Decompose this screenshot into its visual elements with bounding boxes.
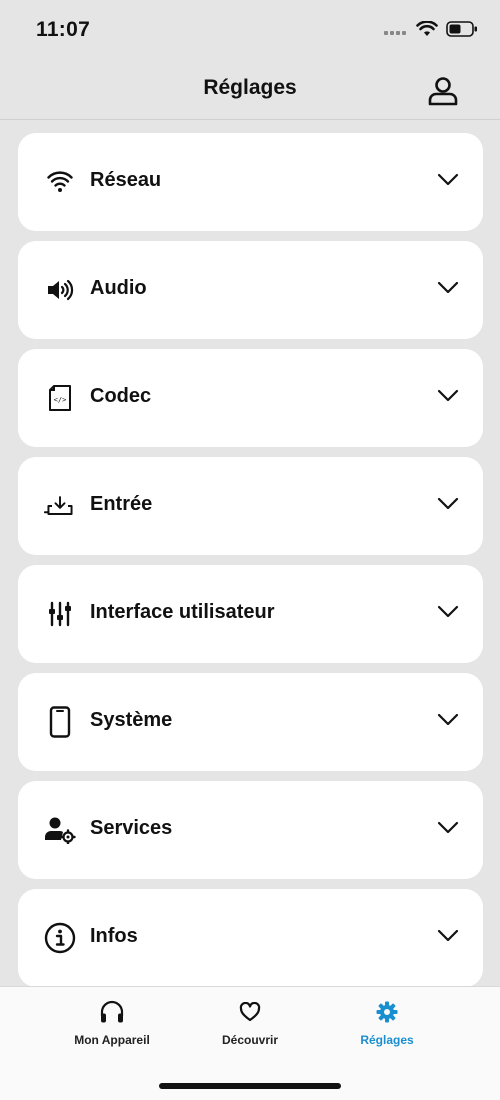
settings-item-label: Interface utilisateur bbox=[90, 601, 275, 623]
tab-label: Découvrir bbox=[221, 1033, 279, 1047]
battery-icon bbox=[446, 20, 478, 42]
settings-item-label: Réseau bbox=[90, 169, 162, 191]
page-title: Réglages bbox=[203, 76, 297, 99]
tab-decouvrir[interactable]: Découvrir bbox=[175, 999, 325, 1047]
heart-icon bbox=[175, 999, 325, 1025]
status-time: 11:07 bbox=[36, 18, 91, 41]
speaker-icon bbox=[44, 274, 76, 306]
sliders-icon bbox=[44, 598, 76, 630]
chevron-down-icon bbox=[437, 281, 459, 294]
wifi-status-icon bbox=[416, 19, 438, 42]
status-bar: 11:07 bbox=[0, 0, 500, 60]
profile-button[interactable] bbox=[426, 74, 460, 108]
chevron-down-icon bbox=[437, 605, 459, 618]
tab-label: Mon Appareil bbox=[74, 1033, 150, 1047]
svg-text:</>: </> bbox=[54, 396, 67, 404]
navigation-bar: Réglages bbox=[0, 60, 500, 120]
tab-bar: Mon Appareil Découvrir Réglages bbox=[0, 986, 500, 1100]
gear-icon bbox=[312, 999, 462, 1025]
signal-icon bbox=[384, 22, 408, 40]
settings-item-infos[interactable]: Infos bbox=[18, 889, 483, 987]
settings-item-interface-utilisateur[interactable]: Interface utilisateur bbox=[18, 565, 483, 663]
settings-item-services[interactable]: Services bbox=[18, 781, 483, 879]
settings-list: Réseau Audio </> Codec Entrée Interface … bbox=[18, 133, 483, 997]
tab-reglages[interactable]: Réglages bbox=[312, 999, 462, 1047]
wifi-icon bbox=[44, 166, 76, 198]
chevron-down-icon bbox=[437, 389, 459, 402]
settings-item-codec[interactable]: </> Codec bbox=[18, 349, 483, 447]
settings-item-entree[interactable]: Entrée bbox=[18, 457, 483, 555]
codec-file-icon: </> bbox=[44, 382, 76, 414]
settings-item-label: Audio bbox=[90, 277, 147, 299]
chevron-down-icon bbox=[437, 173, 459, 186]
user-icon bbox=[428, 77, 458, 106]
chevron-down-icon bbox=[437, 713, 459, 726]
settings-item-systeme[interactable]: Système bbox=[18, 673, 483, 771]
settings-item-label: Codec bbox=[90, 385, 152, 407]
tab-label: Réglages bbox=[360, 1033, 414, 1047]
settings-item-label: Services bbox=[90, 817, 173, 839]
info-icon bbox=[44, 922, 76, 954]
user-gear-icon bbox=[44, 814, 76, 846]
settings-item-label: Entrée bbox=[90, 493, 153, 515]
home-indicator bbox=[159, 1083, 341, 1089]
chevron-down-icon bbox=[437, 497, 459, 510]
settings-item-label: Système bbox=[90, 709, 173, 731]
chevron-down-icon bbox=[437, 821, 459, 834]
chevron-down-icon bbox=[437, 929, 459, 942]
settings-item-audio[interactable]: Audio bbox=[18, 241, 483, 339]
settings-item-label: Infos bbox=[90, 925, 138, 947]
settings-item-reseau[interactable]: Réseau bbox=[18, 133, 483, 231]
phone-icon bbox=[44, 706, 76, 738]
headphones-icon bbox=[37, 999, 187, 1025]
input-icon bbox=[44, 490, 76, 522]
tab-mon-appareil[interactable]: Mon Appareil bbox=[37, 999, 187, 1047]
status-icons bbox=[384, 19, 478, 42]
